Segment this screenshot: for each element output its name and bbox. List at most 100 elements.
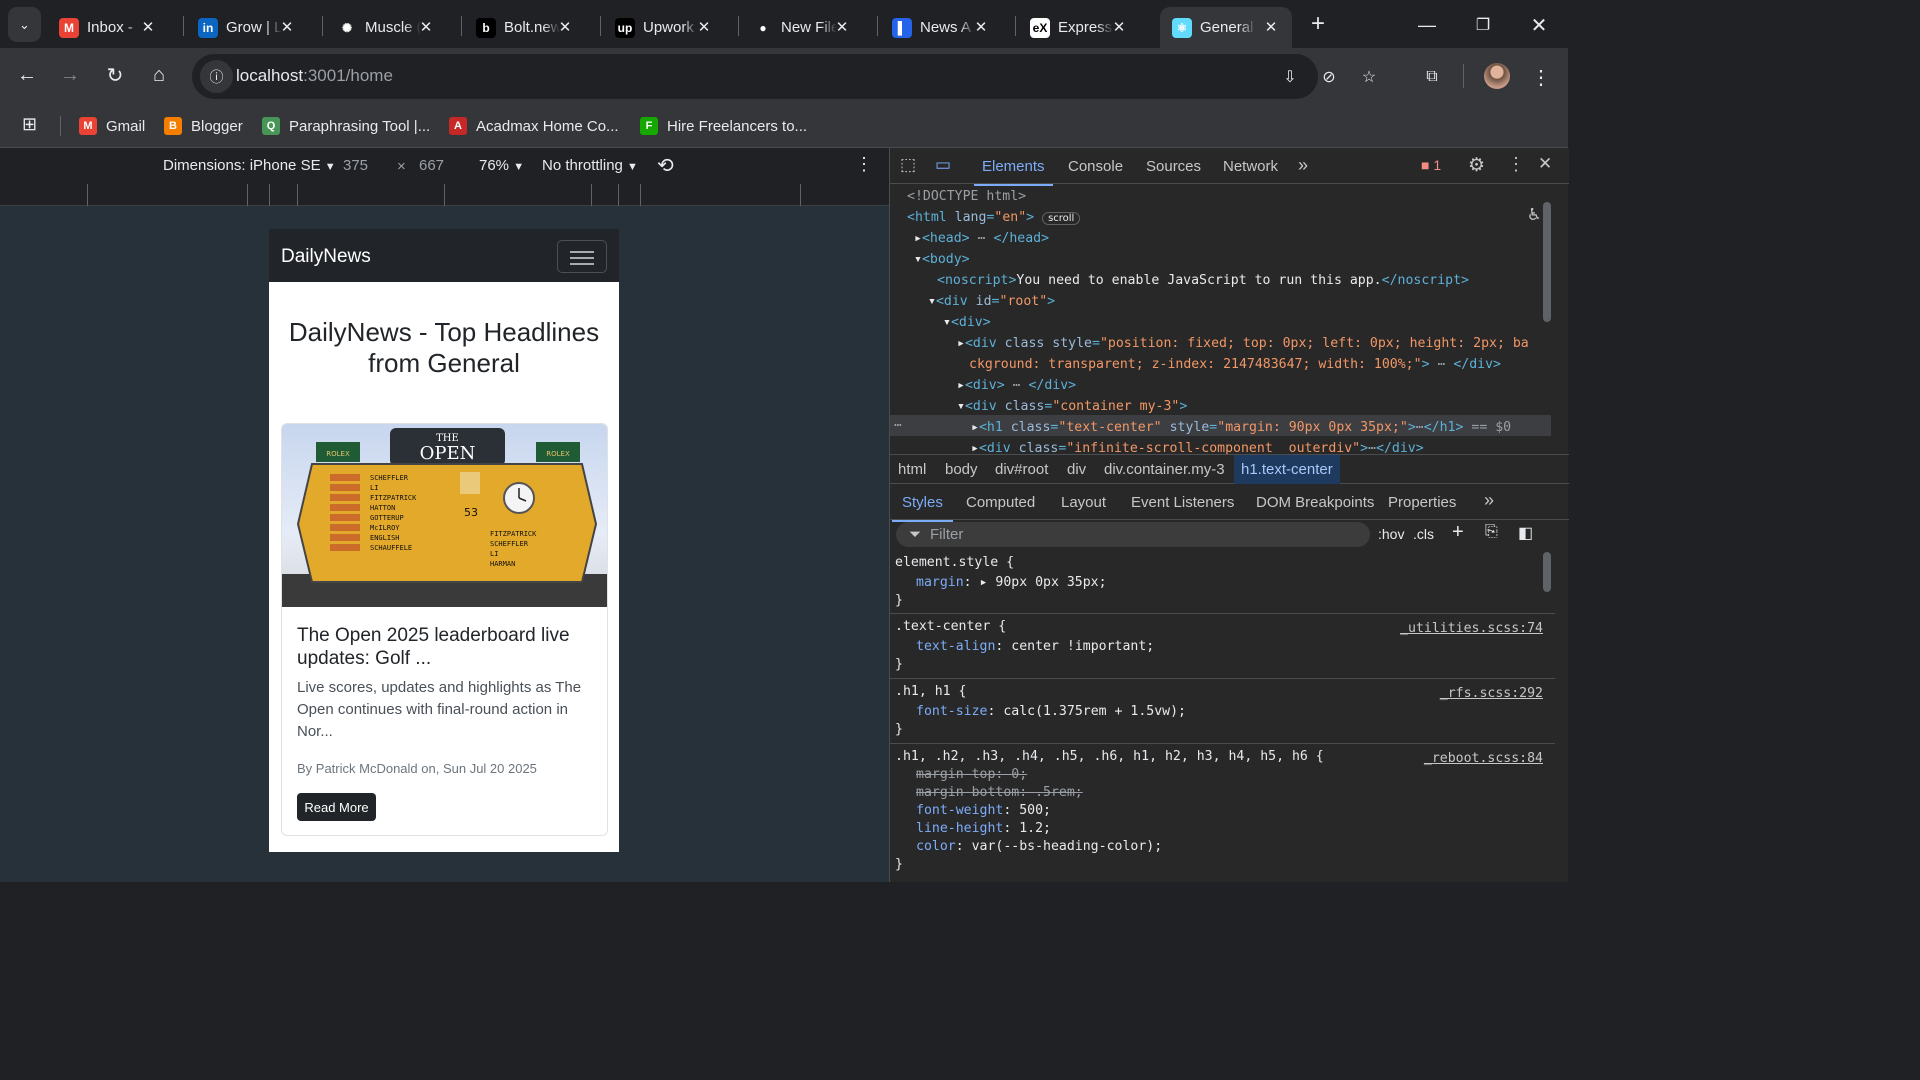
new-rule-icon[interactable]: + (1452, 521, 1464, 544)
devtools-tab-console[interactable]: Console (1068, 158, 1123, 175)
menu-kebab-icon[interactable]: ⋮ (1529, 65, 1553, 89)
close-tab-icon[interactable]: ✕ (1110, 18, 1128, 36)
url-text[interactable]: localhost:3001/home (236, 66, 393, 86)
close-tab-icon[interactable]: ✕ (556, 18, 574, 36)
media-query-ruler[interactable] (0, 184, 889, 206)
restore-button[interactable]: ❐ (1468, 10, 1498, 40)
dom-container[interactable]: ▾<div class="container my-3"> (957, 396, 1187, 417)
style-tab-event-listeners[interactable]: Event Listeners (1131, 494, 1234, 511)
style-rule-text-center[interactable]: .text-center { _utilities.scss:74 text-a… (890, 614, 1555, 679)
styles-filter-input[interactable]: ⏷ Filter (896, 522, 1370, 547)
breadcrumb-item[interactable]: h1.text-center (1234, 455, 1340, 484)
device-dimensions-select[interactable]: Dimensions: iPhone SE ▼ (163, 157, 336, 174)
dom-div-collapsed[interactable]: ▸<div> ⋯ </div> (957, 375, 1076, 396)
device-toggle-icon[interactable]: ▭ (935, 155, 951, 175)
dom-body[interactable]: ▾<body> (914, 249, 970, 270)
close-window-button[interactable]: ✕ (1524, 10, 1554, 40)
hov-toggle[interactable]: :hov (1378, 526, 1404, 542)
dom-head[interactable]: ▸<head> ⋯ </head> (914, 228, 1049, 249)
address-bar[interactable]: ⓘ localhost:3001/home ⇩ ⊘ ☆ (192, 54, 1376, 99)
source-link[interactable]: _rfs.scss:292 (1440, 685, 1543, 703)
navbar-brand[interactable]: DailyNews (281, 246, 371, 268)
tab-react[interactable]: ⚛ General ✕ (1160, 7, 1292, 48)
bookmark-quillbot[interactable]: Q Paraphrasing Tool |... (262, 114, 430, 138)
dom-scrollbar[interactable] (1543, 202, 1551, 322)
throttling-select[interactable]: No throttling ▼ (542, 157, 638, 174)
style-rule-element[interactable]: element.style { margin: ▸ 90px 0px 35px;… (890, 552, 1555, 614)
accessibility-icon[interactable]: ♿ (1529, 204, 1540, 225)
more-style-tabs-icon[interactable]: » (1484, 490, 1494, 511)
styles-pane[interactable]: element.style { margin: ▸ 90px 0px 35px;… (890, 552, 1555, 882)
devtools-tab-sources[interactable]: Sources (1146, 158, 1201, 175)
close-tab-icon[interactable]: ✕ (278, 18, 296, 36)
dom-root[interactable]: ▾<div id="root"> (928, 291, 1055, 312)
device-width-input[interactable]: 375 (343, 157, 368, 174)
breadcrumb-item[interactable]: div.container.my-3 (1104, 461, 1225, 478)
style-tab-properties[interactable]: Properties (1388, 494, 1456, 511)
breadcrumb-item[interactable]: body (945, 461, 978, 478)
sidebar-toggle-icon[interactable]: ◧ (1518, 523, 1533, 543)
close-tab-icon[interactable]: ✕ (1262, 18, 1280, 36)
zoom-select[interactable]: 76% ▼ (479, 157, 524, 174)
tab-bolt[interactable]: b Bolt.new ✕ (464, 7, 588, 48)
source-link[interactable]: _utilities.scss:74 (1400, 620, 1543, 638)
styles-scrollbar[interactable] (1543, 552, 1551, 592)
new-tab-button[interactable]: + (1303, 9, 1333, 39)
install-app-icon[interactable]: ⇩ (1278, 65, 1302, 89)
minimize-button[interactable]: — (1412, 10, 1442, 40)
close-devtools-icon[interactable]: ✕ (1538, 154, 1552, 174)
tab-github[interactable]: ● New File ✕ (741, 7, 865, 48)
tab-express[interactable]: eX Express ✕ (1018, 7, 1142, 48)
read-more-button[interactable]: Read More (297, 793, 376, 821)
bookmark-acadmax[interactable]: A Acadmax Home Co... (449, 114, 619, 138)
close-tab-icon[interactable]: ✕ (417, 18, 435, 36)
tab-gmail[interactable]: M Inbox - ✕ (47, 7, 171, 48)
devtools-tab-elements[interactable]: Elements (974, 158, 1053, 186)
back-button[interactable]: ← (12, 60, 42, 90)
source-link[interactable]: _reboot.scss:84 (1424, 750, 1543, 768)
avatar[interactable] (1484, 63, 1510, 89)
paint-icon[interactable]: ⎘ (1485, 523, 1498, 541)
dom-fixed-div[interactable]: ▸<div class style="position: fixed; top:… (957, 333, 1529, 354)
close-tab-icon[interactable]: ✕ (695, 18, 713, 36)
device-more-icon[interactable]: ⋮ (855, 154, 873, 175)
bookmark-star-icon[interactable]: ☆ (1357, 65, 1381, 89)
style-tab-dom-breakpoints[interactable]: DOM Breakpoints (1256, 494, 1374, 511)
dom-div[interactable]: ▾<div> (943, 312, 991, 333)
dom-h1[interactable]: ▸<h1 class="text-center" style="margin: … (971, 417, 1511, 438)
rotate-icon[interactable]: ⟲ (657, 153, 674, 178)
style-rule-headings[interactable]: .h1, .h2, .h3, .h4, .h5, .h6, h1, h2, h3… (890, 744, 1555, 884)
settings-gear-icon[interactable]: ⚙ (1468, 154, 1485, 177)
apps-grid-icon[interactable]: ⊞ (22, 114, 42, 134)
reload-button[interactable]: ↻ (100, 60, 130, 90)
inspect-element-icon[interactable]: ⬚ (900, 155, 916, 175)
style-tab-layout[interactable]: Layout (1061, 494, 1106, 511)
dom-infinite-scroll[interactable]: ▸<div class="infinite-scroll-component__… (971, 438, 1424, 454)
breadcrumb-item[interactable]: div#root (995, 461, 1048, 478)
cls-toggle[interactable]: .cls (1413, 526, 1434, 542)
site-info-icon[interactable]: ⓘ (200, 60, 233, 93)
bookmark-freelancer[interactable]: F Hire Freelancers to... (640, 114, 807, 138)
style-tab-styles[interactable]: Styles (892, 494, 953, 522)
bookmark-blogger[interactable]: B Blogger (164, 114, 243, 138)
forward-button[interactable]: → (55, 60, 85, 90)
close-tab-icon[interactable]: ✕ (139, 18, 157, 36)
dom-noscript[interactable]: <noscript>You need to enable JavaScript … (937, 270, 1469, 291)
bookmark-gmail[interactable]: M Gmail (79, 114, 145, 138)
dom-tree[interactable]: <!DOCTYPE html> <html lang="en"> scroll … (890, 184, 1555, 454)
extensions-icon[interactable]: ⧉ (1420, 65, 1444, 89)
breadcrumb-item[interactable]: html (898, 461, 926, 478)
tab-search-button[interactable]: ⌄ (8, 7, 41, 42)
more-tabs-icon[interactable]: » (1298, 155, 1308, 176)
tab-upwork[interactable]: up Upwork ✕ (603, 7, 727, 48)
navbar-toggler[interactable] (557, 240, 607, 273)
devtools-menu-icon[interactable]: ⋮ (1507, 154, 1525, 175)
close-tab-icon[interactable]: ✕ (972, 18, 990, 36)
device-height-input[interactable]: 667 (419, 157, 444, 174)
home-button[interactable]: ⌂ (144, 60, 174, 90)
tab-openai[interactable]: ✺ Muscle (✕ (325, 7, 449, 48)
style-rule-h1[interactable]: .h1, h1 { _rfs.scss:292 font-size: calc(… (890, 679, 1555, 744)
tab-news-app[interactable]: ▌ News A ✕ (880, 7, 1004, 48)
style-tab-computed[interactable]: Computed (966, 494, 1035, 511)
devtools-tab-network[interactable]: Network (1223, 158, 1278, 175)
